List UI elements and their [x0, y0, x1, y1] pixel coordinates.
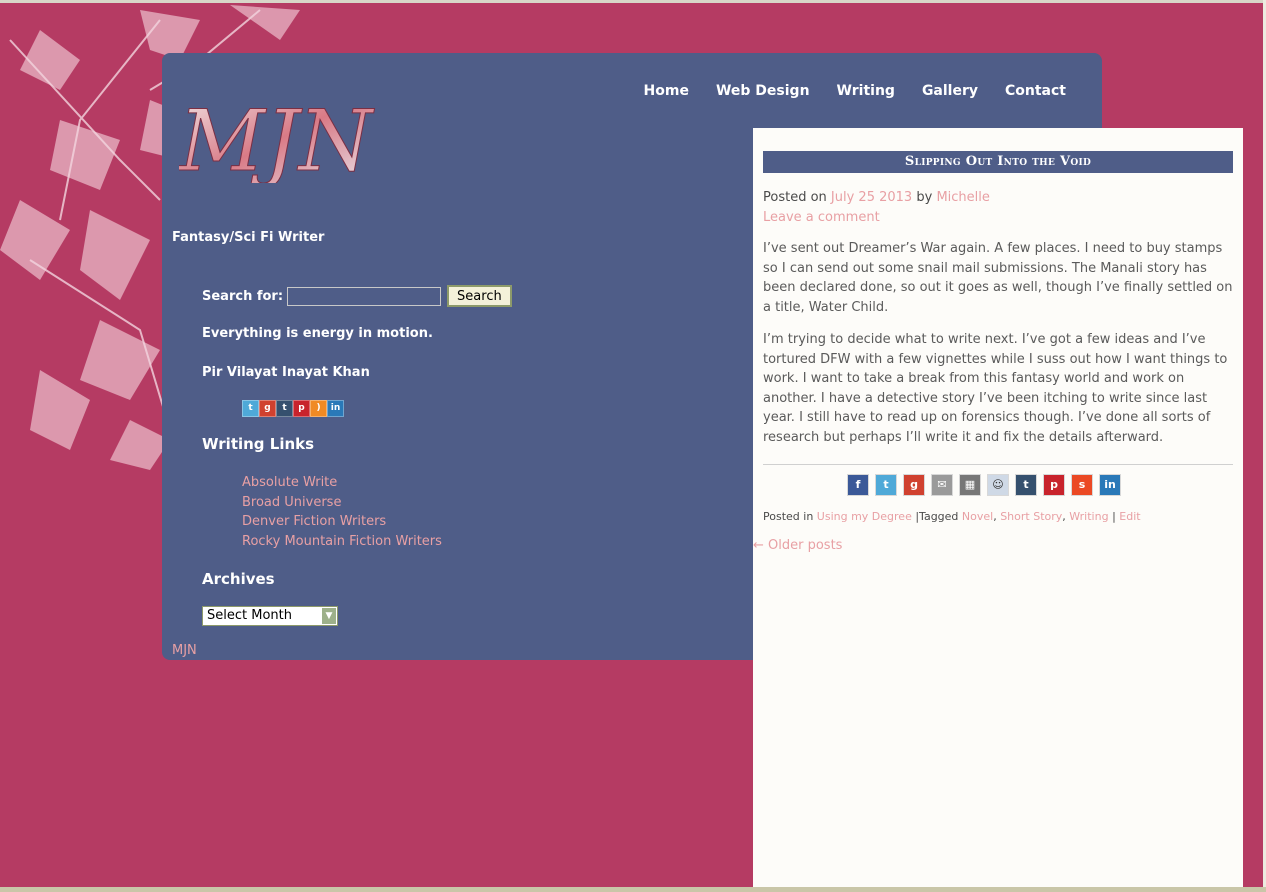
site-logo[interactable]: MJN: [179, 98, 389, 183]
tag-link[interactable]: Short Story: [1000, 510, 1062, 523]
nav-writing[interactable]: Writing: [837, 83, 895, 99]
separator: |: [1112, 510, 1116, 523]
post-paragraph: I’m trying to decide what to write next.…: [763, 332, 1228, 445]
nav-home[interactable]: Home: [644, 83, 689, 99]
writing-link[interactable]: Rocky Mountain Fiction Writers: [242, 532, 442, 552]
search-form: Search for: Search: [202, 285, 512, 307]
tag-link[interactable]: Writing: [1069, 510, 1108, 523]
svg-text:MJN: MJN: [179, 98, 375, 183]
social-widget: t g t p ) in: [242, 400, 344, 417]
post-divider: [763, 464, 1233, 465]
category-link[interactable]: Using my Degree: [817, 510, 912, 523]
search-input[interactable]: [287, 286, 442, 306]
post-content-area: Slipping Out Into the Void Posted on Jul…: [753, 128, 1243, 892]
chevron-down-icon[interactable]: ▼: [322, 608, 336, 624]
tumblr-icon[interactable]: t: [1015, 474, 1037, 496]
facebook-icon[interactable]: f: [847, 474, 869, 496]
posted-in-label: Posted in: [763, 510, 814, 523]
search-button[interactable]: Search: [447, 285, 512, 307]
archives-heading: Archives: [202, 570, 275, 588]
stumbleupon-icon[interactable]: s: [1071, 474, 1093, 496]
share-buttons: f t g ✉ ▦ ☺ t p s in: [847, 474, 1121, 496]
main-nav: Home Web Design Writing Gallery Contact: [617, 83, 1066, 99]
sidebar-quote-author: Pir Vilayat Inayat Khan: [202, 365, 370, 380]
writing-link[interactable]: Denver Fiction Writers: [242, 512, 442, 532]
post-paragraph: I’ve sent out Dreamer’s War again. A few…: [763, 241, 1233, 315]
reddit-icon[interactable]: ☺: [987, 474, 1009, 496]
writing-link[interactable]: Absolute Write: [242, 473, 442, 493]
edit-link[interactable]: Edit: [1119, 510, 1140, 523]
post-footer-meta: Posted in Using my Degree |Tagged Novel,…: [763, 510, 1141, 523]
linkedin-icon[interactable]: in: [327, 400, 344, 417]
search-label: Search for:: [202, 288, 284, 304]
tumblr-icon[interactable]: t: [276, 400, 293, 417]
site-tagline: Fantasy/Sci Fi Writer: [172, 230, 325, 245]
writing-links-list: Absolute Write Broad Universe Denver Fic…: [242, 473, 442, 551]
pinterest-icon[interactable]: p: [1043, 474, 1065, 496]
twitter-icon[interactable]: t: [242, 400, 259, 417]
google-plus-icon[interactable]: g: [903, 474, 925, 496]
sidebar-quote: Everything is energy in motion.: [202, 326, 433, 341]
by-label: by: [916, 190, 933, 205]
google-plus-icon[interactable]: g: [259, 400, 276, 417]
older-posts-link[interactable]: ← Older posts: [753, 538, 842, 553]
twitter-icon[interactable]: t: [875, 474, 897, 496]
tag-link[interactable]: Novel: [962, 510, 993, 523]
post-author-link[interactable]: Michelle: [936, 190, 989, 205]
writing-links-heading: Writing Links: [202, 435, 315, 453]
post-title[interactable]: Slipping Out Into the Void: [763, 151, 1233, 173]
post-date-link[interactable]: July 25 2013: [831, 190, 912, 205]
nav-contact[interactable]: Contact: [1005, 83, 1066, 99]
tagged-label: |Tagged: [915, 510, 959, 523]
nav-gallery[interactable]: Gallery: [922, 83, 978, 99]
delicious-icon[interactable]: ▦: [959, 474, 981, 496]
linkedin-icon[interactable]: in: [1099, 474, 1121, 496]
leave-comment-link[interactable]: Leave a comment: [763, 210, 880, 225]
archives-select-value: Select Month: [207, 608, 292, 623]
window-frame-bottom: [0, 887, 1266, 892]
email-icon[interactable]: ✉: [931, 474, 953, 496]
pinterest-icon[interactable]: p: [293, 400, 310, 417]
archives-month-select[interactable]: Select Month ▼: [202, 606, 338, 626]
posted-on-label: Posted on: [763, 190, 827, 205]
rss-icon[interactable]: ): [310, 400, 327, 417]
post-body: I’ve sent out Dreamer’s War again. A few…: [763, 239, 1235, 460]
nav-web-design[interactable]: Web Design: [716, 83, 810, 99]
post-meta: Posted on July 25 2013 by Michelle Leave…: [763, 188, 1233, 228]
footer-site-link[interactable]: MJN: [172, 643, 197, 658]
writing-link[interactable]: Broad Universe: [242, 493, 442, 513]
